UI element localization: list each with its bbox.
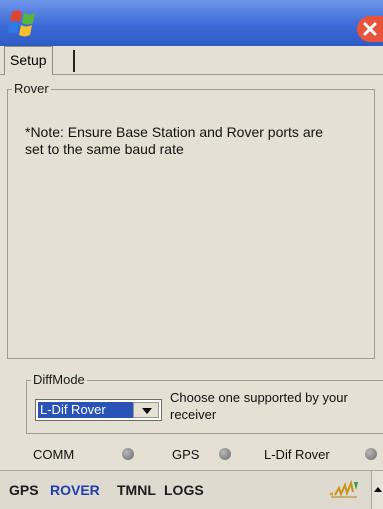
diffmode-dropdown[interactable]: L-Dif Rover [35,399,162,421]
baud-rate-note: *Note: Ensure Base Station and Rover por… [25,124,324,157]
task-gps[interactable]: GPS [9,482,39,498]
ldif-rover-led-indicator [365,448,377,460]
tab-bar: Setup [0,46,383,77]
status-label-ldif-rover: L-Dif Rover [264,447,330,462]
task-rover[interactable]: ROVER [50,482,100,498]
signal-strength-icon[interactable] [327,480,361,498]
task-tmnl[interactable]: TMNL [117,482,156,498]
rover-groupbox: Rover *Note: Ensure Base Station and Rov… [7,81,375,359]
close-icon [363,22,377,36]
tab-divider [73,50,75,72]
diffmode-groupbox: DiffMode L-Dif Rover Choose one supporte… [26,372,383,434]
status-indicators: COMM GPS L-Dif Rover [0,445,383,465]
diffmode-hint: Choose one supported by your receiver [170,390,348,422]
bottom-taskbar: GPS ROVER TMNL LOGS [0,470,383,509]
taskbar-scroll[interactable] [371,471,383,509]
scroll-up-icon [374,487,382,492]
setup-panel: Rover *Note: Ensure Base Station and Rov… [0,75,383,470]
chevron-down-icon [142,408,152,414]
dropdown-arrow-button[interactable] [133,402,159,418]
close-button[interactable] [357,16,383,42]
device-screen: Setup Rover *Note: Ensure Base Station a… [0,0,383,509]
status-label-comm: COMM [33,447,75,462]
comm-led-indicator [122,448,134,460]
windows-flag-icon[interactable] [8,6,40,40]
diffmode-group-title: DiffMode [31,372,87,387]
rover-group-title: Rover [12,81,51,96]
gps-led-indicator [219,448,231,460]
title-bar [0,0,383,46]
status-label-gps: GPS [172,447,200,462]
task-logs[interactable]: LOGS [164,482,204,498]
diffmode-selected-value: L-Dif Rover [38,402,134,418]
tab-setup[interactable]: Setup [4,46,53,77]
